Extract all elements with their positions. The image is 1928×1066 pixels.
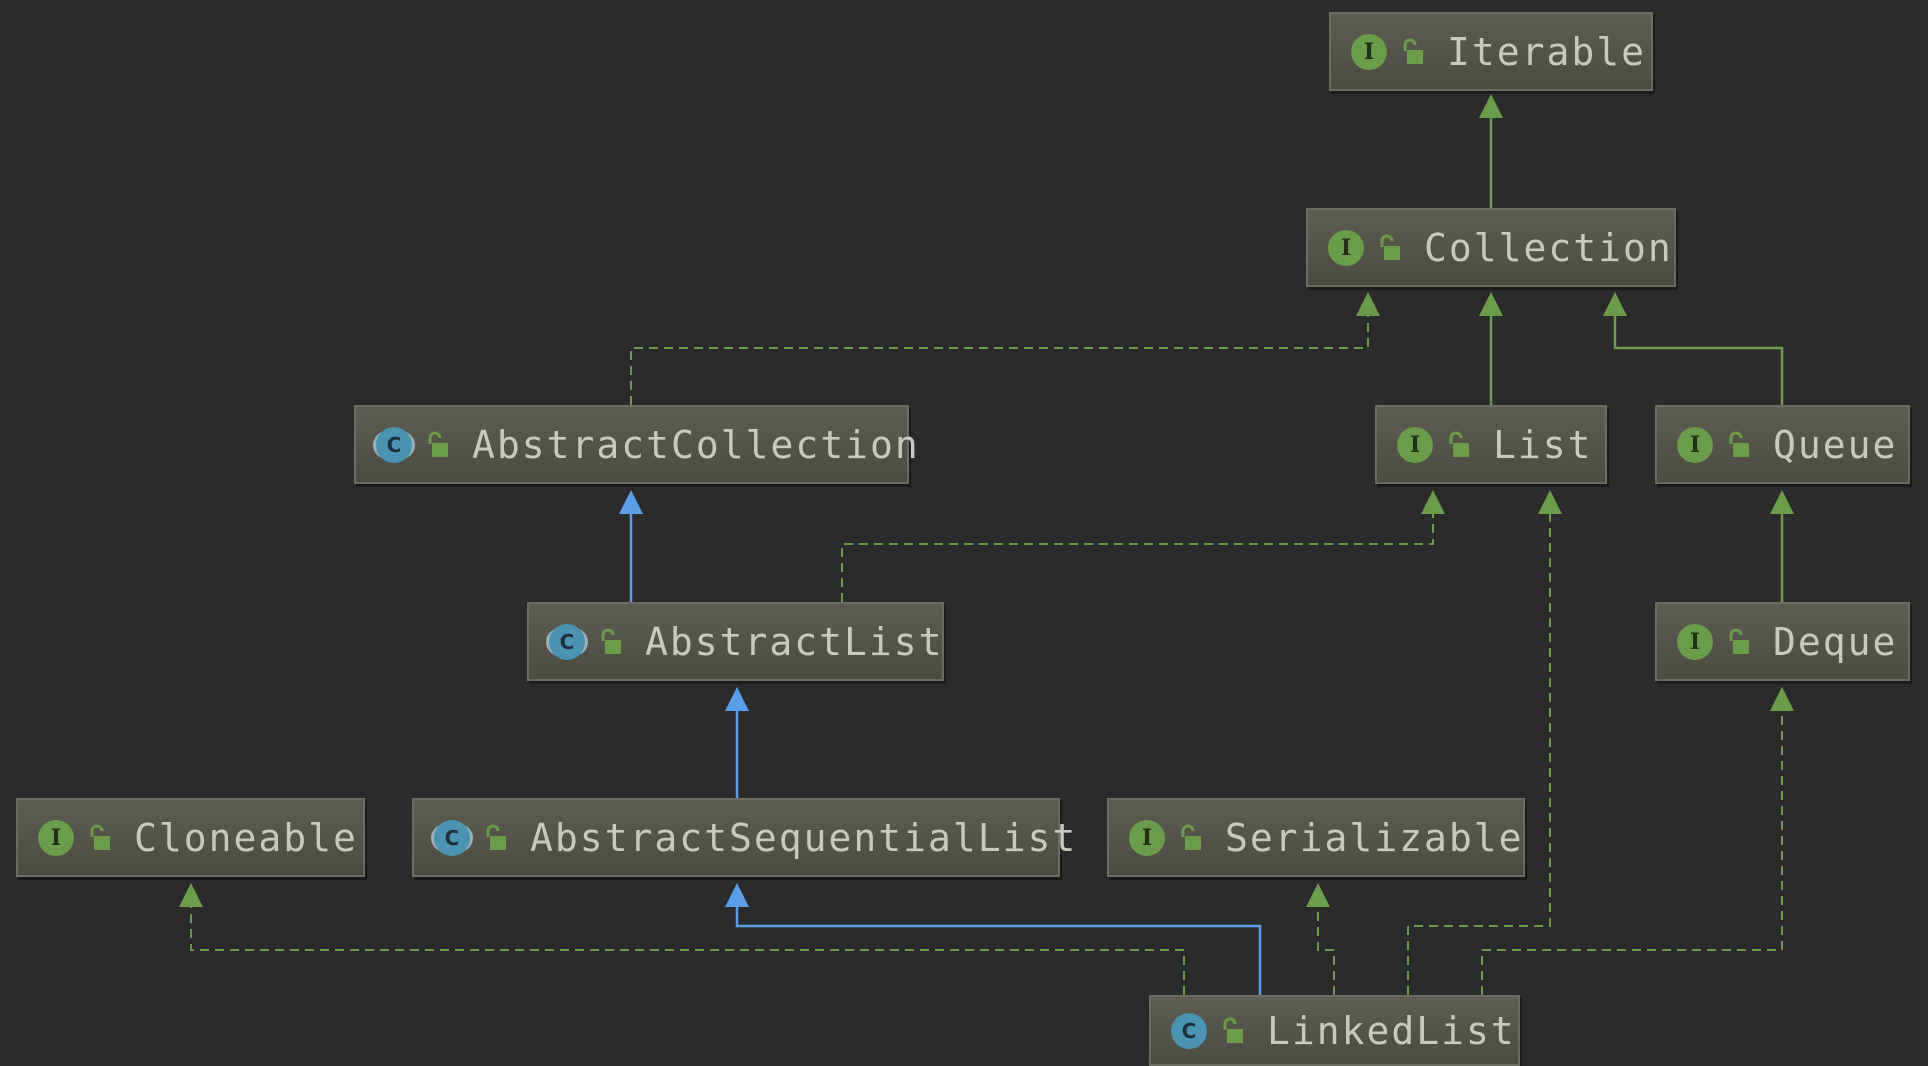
diagram-edges: [179, 94, 1794, 995]
public-lock-icon: [1729, 431, 1749, 457]
abstract-class-badge-icon: C: [376, 426, 412, 463]
node-label: AbstractList: [645, 619, 944, 664]
node-label: Iterable: [1447, 29, 1647, 74]
abstract-class-badge-icon: C: [549, 623, 585, 660]
node-serializable[interactable]: I Serializable: [1107, 798, 1525, 877]
node-queue[interactable]: I Queue: [1655, 405, 1910, 484]
public-lock-icon: [601, 628, 621, 654]
node-label: Collection: [1424, 225, 1673, 270]
edge-abstractlist-list: [841, 490, 1445, 602]
interface-badge-icon: I: [1351, 33, 1387, 70]
node-label: Deque: [1773, 619, 1898, 664]
node-deque[interactable]: I Deque: [1655, 602, 1910, 681]
node-cloneable[interactable]: I Cloneable: [16, 798, 365, 877]
node-label: Queue: [1773, 422, 1898, 467]
node-collection[interactable]: I Collection: [1306, 208, 1676, 287]
interface-badge-icon: I: [38, 819, 74, 856]
edge-collection-iterable: [1479, 94, 1503, 208]
interface-badge-icon: I: [1397, 426, 1433, 463]
node-label: AbstractSequentialList: [530, 815, 1078, 860]
public-lock-icon: [1380, 234, 1400, 260]
edge-abstractsequentiallist-abstractlist: [725, 687, 749, 798]
interface-badge-icon: I: [1677, 623, 1713, 660]
interface-badge-icon: I: [1677, 426, 1713, 463]
node-label: Serializable: [1225, 815, 1524, 860]
public-lock-icon: [90, 824, 110, 850]
node-abstract-sequential-list[interactable]: C AbstractSequentialList: [412, 798, 1075, 877]
interface-badge-icon: I: [1328, 229, 1364, 266]
interface-badge-icon: I: [1129, 819, 1165, 856]
abstract-class-badge-icon: C: [434, 819, 470, 856]
node-label: List: [1493, 422, 1593, 467]
edge-abstractlist-abstractcollection: [619, 490, 643, 602]
public-lock-icon: [1181, 824, 1201, 850]
node-abstract-list[interactable]: C AbstractList: [527, 602, 944, 681]
node-abstract-collection[interactable]: C AbstractCollection: [354, 405, 918, 484]
node-list[interactable]: I List: [1375, 405, 1607, 484]
edge-linkedlist-cloneable: [179, 883, 1185, 995]
edge-deque-queue: [1770, 490, 1794, 602]
class-badge-icon: C: [1171, 1012, 1207, 1049]
node-label: LinkedList: [1267, 1008, 1516, 1053]
edge-linkedlist-abstractsequentiallist: [725, 883, 1262, 995]
public-lock-icon: [486, 824, 506, 850]
edge-queue-collection: [1603, 292, 1784, 405]
node-iterable[interactable]: I Iterable: [1329, 12, 1653, 91]
edge-linkedlist-serializable: [1306, 883, 1335, 995]
public-lock-icon: [1729, 628, 1749, 654]
uml-diagram: I Iterable I Collection C AbstractCollec…: [0, 0, 1928, 1066]
edge-linkedlist-list: [1407, 490, 1562, 995]
edge-linkedlist-deque: [1481, 687, 1794, 995]
public-lock-icon: [1449, 431, 1469, 457]
public-lock-icon: [1403, 38, 1423, 64]
edge-abstractcollection-collection: [630, 292, 1380, 405]
node-linked-list[interactable]: C LinkedList: [1149, 995, 1520, 1066]
node-label: Cloneable: [134, 815, 358, 860]
edge-list-collection: [1479, 292, 1503, 405]
public-lock-icon: [428, 431, 448, 457]
node-label: AbstractCollection: [472, 422, 920, 467]
public-lock-icon: [1223, 1017, 1243, 1043]
